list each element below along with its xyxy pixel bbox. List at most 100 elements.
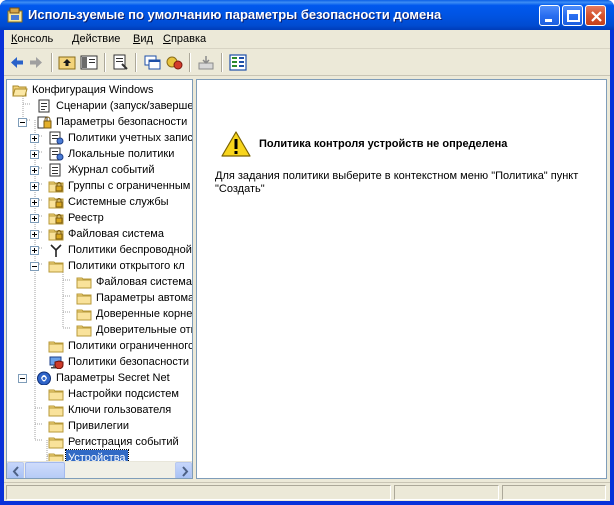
tree-item-label: Группы с ограниченным д [68,180,193,192]
tree-item-label: Параметры безопасности [56,116,188,128]
collapse-icon[interactable] [18,118,27,127]
scroll-right-button[interactable] [175,462,192,478]
tree-item[interactable]: Ключи гользователя [7,402,192,418]
policy-status-title: Политика контроля устройств не определен… [259,138,508,150]
maximize-button[interactable] [562,5,583,26]
expand-icon[interactable] [30,134,39,143]
minimize-button[interactable] [539,5,560,26]
window-title: Используемые по умолчанию параметры безо… [28,7,442,22]
collapse-icon[interactable] [18,374,27,383]
close-icon [591,11,602,22]
tree-item-label: Журнал событий [68,164,155,176]
tree-item[interactable]: Настройки подсистем [7,386,192,402]
tree-item[interactable]: Параметры автомати [7,290,192,306]
toolbar-separator [189,53,191,72]
tree-item-label: Политики безопасности I [68,356,193,368]
window-client: Консоль Действие Вид Справка Конфигураци… [4,30,610,501]
details-view-icon[interactable] [228,53,248,72]
policy-icon [49,147,64,161]
scroll-thumb[interactable] [25,462,65,478]
folder-icon [76,277,92,289]
show-hide-tree-icon[interactable] [79,53,99,72]
export-list-icon[interactable] [196,53,216,72]
console-tree[interactable]: Конфигурация Windows Сценарии (запуск/зав… [6,79,193,479]
properties-icon[interactable] [110,53,130,72]
folder-open-icon [12,85,28,97]
tree-item[interactable]: Параметры безопасности [7,114,192,130]
tree-item[interactable]: Реестр [7,210,192,226]
security-icon [37,116,52,129]
title-bar[interactable]: Используемые по умолчанию параметры безо… [0,0,614,30]
menu-view-rest: ид [140,33,153,45]
details-pane: Политика контроля устройств не определен… [196,79,607,479]
tree-item-label: Ключи гользователя [68,404,172,416]
folder-lock-icon [48,181,64,193]
up-folder-icon[interactable] [57,53,77,72]
tree-item-label: Параметры автомати [96,292,193,304]
folder-lock-icon [48,229,64,241]
tree-item[interactable]: Политики безопасности I [7,354,192,370]
tree-item[interactable]: Политики беспроводной [7,242,192,258]
toolbar-separator [104,53,106,72]
folder-icon [48,437,64,449]
status-bar [4,482,610,501]
mmc-app-icon [7,7,23,23]
tree-item[interactable]: Политики открытого кл [7,258,192,274]
tree-item[interactable]: Параметры Secret Net [7,370,192,386]
tree-item[interactable]: Доверенные корневы [7,306,192,322]
folder-icon [48,261,64,273]
maximize-icon [567,10,580,22]
tree-item-label: Политики ограниченногс [68,340,193,352]
back-arrow-icon[interactable] [7,53,27,72]
tree-item-label: Политики открытого кл [68,260,185,272]
toolbar [4,50,610,76]
tree-item[interactable]: Локальные политики [7,146,192,162]
warning-icon [221,131,251,157]
tree-item-label: Доверенные корневы [96,308,193,320]
close-button[interactable] [585,5,606,26]
forward-arrow-icon[interactable] [26,53,46,72]
tree-item[interactable]: Группы с ограниченным д [7,178,192,194]
new-window-icon[interactable] [142,53,162,72]
expand-icon[interactable] [30,182,39,191]
tree-horizontal-scrollbar[interactable] [7,461,192,478]
tree-item[interactable]: Журнал событий [7,162,192,178]
tree-item[interactable]: Конфигурация Windows [7,82,192,98]
policy-status-hint: Для задания политики выберите в контекст… [215,170,579,195]
expand-icon[interactable] [30,166,39,175]
tree-item-label: Политики беспроводной [68,244,192,256]
tree-item[interactable]: Файловая система [7,226,192,242]
toolbar-separator [135,53,137,72]
tree-item[interactable]: Регистрация событий [7,434,192,450]
expand-icon[interactable] [30,150,39,159]
menu-view[interactable]: Вид [133,33,153,45]
tree-item[interactable]: Политики учетных запис [7,130,192,146]
expand-icon[interactable] [30,230,39,239]
tree-item[interactable]: Доверительные отнс [7,322,192,338]
expand-icon[interactable] [30,246,39,255]
scroll-left-button[interactable] [7,462,24,478]
menu-help[interactable]: Справка [163,33,206,45]
log-icon [49,163,61,177]
menu-bar: Консоль Действие Вид Справка [4,30,610,49]
tree-item-label: Доверительные отнс [96,324,193,336]
chevron-right-icon [182,466,189,477]
tree-item[interactable]: Сценарии (запуск/завершени [7,98,192,114]
policy-wizard-icon[interactable] [164,53,184,72]
expand-icon[interactable] [30,198,39,207]
collapse-icon[interactable] [30,262,39,271]
expand-icon[interactable] [30,214,39,223]
tree-item[interactable]: Системные службы [7,194,192,210]
folder-icon [48,421,64,433]
tree-item[interactable]: Политики ограниченногс [7,338,192,354]
tree-item[interactable]: Привилегии [7,418,192,434]
menu-action[interactable]: Действие [72,33,120,45]
tree-item-label: Реестр [68,212,104,224]
main-window: Используемые по умолчанию параметры безо… [0,0,614,505]
shield-computer-icon [49,356,64,369]
menu-console[interactable]: Консоль [11,33,53,45]
tree-item[interactable]: Файловая система EF [7,274,192,290]
tree-item-label: Файловая система [68,228,164,240]
secretnet-icon [37,371,51,385]
folder-lock-icon [48,197,64,209]
